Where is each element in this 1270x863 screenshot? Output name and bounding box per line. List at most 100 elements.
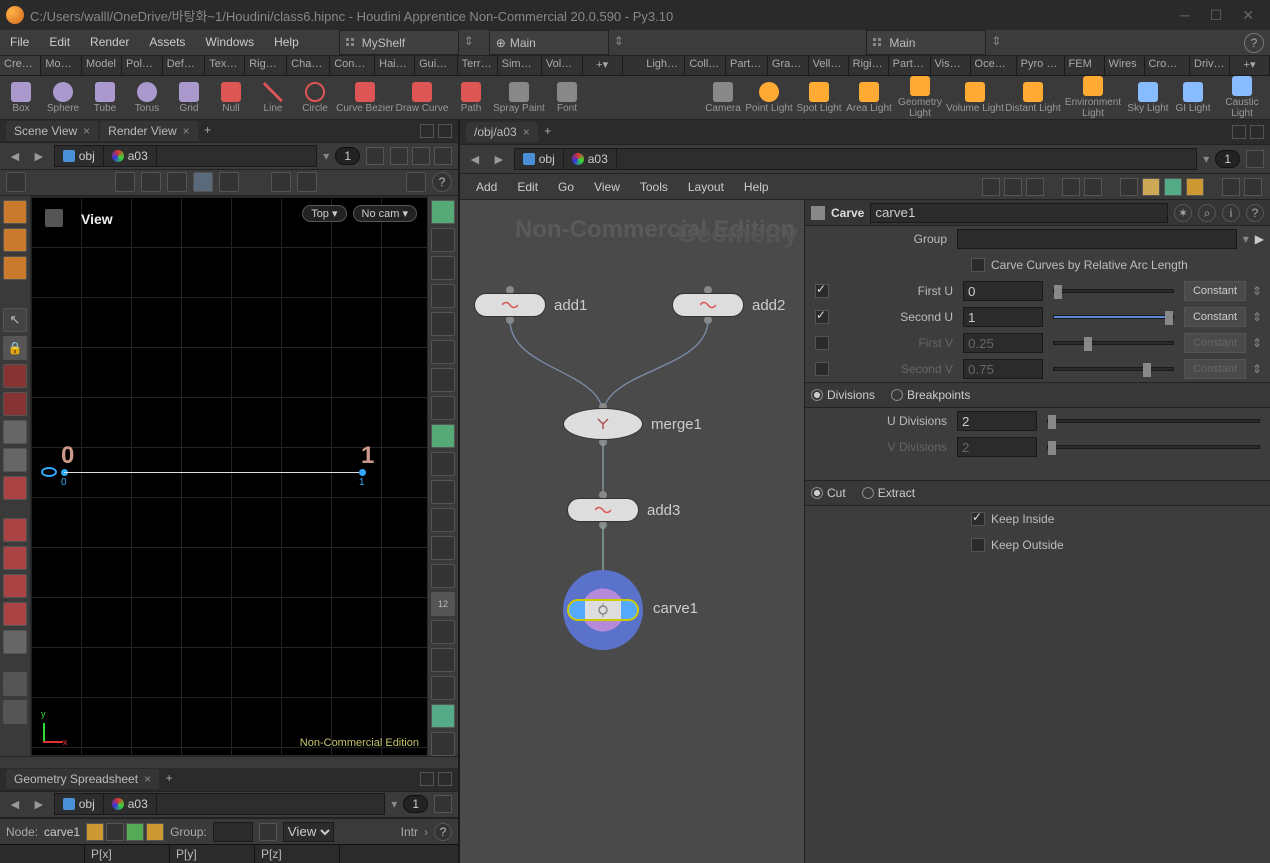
group-input[interactable] (213, 822, 253, 842)
link-icon[interactable] (434, 795, 452, 813)
frame-pill[interactable]: 1 (335, 147, 360, 165)
vp-tool-icon[interactable] (219, 172, 239, 192)
menu-help[interactable]: Help (264, 30, 309, 55)
node-merge1[interactable]: merge1 (563, 408, 702, 440)
shelf-tab[interactable]: Terr… (458, 56, 498, 75)
pane-icon[interactable] (420, 124, 434, 138)
tab-geo-spreadsheet[interactable]: Geometry Spreadsheet× (6, 769, 159, 789)
search-icon[interactable]: ⌕ (1198, 204, 1216, 222)
breadcrumb[interactable]: obj a03 (514, 148, 1198, 170)
pane-icon[interactable] (438, 124, 452, 138)
vp-tool-icon[interactable] (167, 172, 187, 192)
col-header[interactable]: P[x] (85, 845, 170, 863)
magnet-icon[interactable] (3, 518, 27, 542)
shelf-tab[interactable]: Create (0, 56, 41, 75)
close-icon[interactable]: × (183, 124, 190, 138)
add-tab-icon[interactable]: +▾ (583, 56, 623, 75)
bulb-icon[interactable] (431, 340, 455, 364)
camera-icon[interactable] (45, 209, 63, 227)
shelf-tab[interactable]: Pyro FX (1017, 56, 1065, 75)
net-tool-icon[interactable] (1120, 178, 1138, 196)
first-u-mode[interactable]: Constant (1184, 281, 1246, 301)
tool-icon[interactable] (3, 700, 27, 724)
second-u-slider[interactable] (1053, 315, 1174, 319)
first-v-enable[interactable] (815, 336, 829, 350)
shelf-tab[interactable]: FEM (1065, 56, 1105, 75)
shelf-tab[interactable]: Guid… (415, 56, 458, 75)
shelf-tab[interactable]: Rigi… (849, 56, 889, 75)
shelf-vollight[interactable]: Volume Light (946, 82, 1004, 114)
tool-icon[interactable] (3, 200, 27, 224)
view-select[interactable]: View (283, 822, 334, 842)
net-tool-icon[interactable] (1004, 178, 1022, 196)
badge-12[interactable]: 12 (431, 592, 455, 616)
link-icon[interactable] (1246, 150, 1264, 168)
box-icon[interactable] (1186, 178, 1204, 196)
lock-tool-icon[interactable]: 🔒 (3, 336, 27, 360)
display-icon[interactable] (431, 424, 455, 448)
display-icon[interactable] (431, 200, 455, 224)
vp-tool-icon[interactable] (141, 172, 161, 192)
net-menu-go[interactable]: Go (550, 176, 582, 198)
filter-icon[interactable] (259, 823, 277, 841)
rel-arc-checkbox[interactable] (971, 258, 985, 272)
menu-assets[interactable]: Assets (139, 30, 195, 55)
node-add1[interactable]: add1 (474, 293, 587, 317)
net-tool-icon[interactable] (982, 178, 1000, 196)
shelf-tab[interactable]: Wires (1105, 56, 1145, 75)
display-icon[interactable] (431, 228, 455, 252)
shelf-spray[interactable]: Spray Paint (492, 82, 546, 114)
maximize-icon[interactable]: ☐ (1210, 7, 1223, 24)
tool-icon[interactable] (390, 147, 408, 165)
tool-icon[interactable] (3, 448, 27, 472)
back-icon[interactable]: ◄ (6, 796, 24, 812)
tab-scene-view[interactable]: Scene View× (6, 121, 98, 141)
tab-divisions[interactable]: Divisions (811, 388, 875, 402)
tool-icon[interactable] (3, 256, 27, 280)
tool-icon[interactable] (3, 476, 27, 500)
magnet-icon[interactable] (3, 546, 27, 570)
col-header[interactable]: P[y] (170, 845, 255, 863)
shelf-tab[interactable]: Hair… (375, 56, 415, 75)
menu-file[interactable]: File (0, 30, 39, 55)
shelf-distlight[interactable]: Distant Light (1004, 82, 1062, 114)
shelf-skylight[interactable]: Sky Light (1124, 82, 1172, 114)
info-icon[interactable]: i (1222, 204, 1240, 222)
attr-icon[interactable] (106, 823, 124, 841)
shelf-tab[interactable]: Cons… (330, 56, 375, 75)
shelf-grid[interactable]: Grid (168, 82, 210, 114)
close-icon[interactable]: × (144, 772, 151, 786)
image-icon[interactable] (1164, 178, 1182, 196)
shelf-tab[interactable]: Crowds (1145, 56, 1190, 75)
net-tool-icon[interactable] (1026, 178, 1044, 196)
attr-icon[interactable] (126, 823, 144, 841)
vp-tool-icon[interactable] (193, 172, 213, 192)
shelf-tab[interactable]: Visc… (931, 56, 971, 75)
gear-icon[interactable] (3, 630, 27, 654)
net-menu-help[interactable]: Help (736, 176, 777, 198)
shelf-selector-2[interactable]: ⊕ Main (489, 30, 609, 55)
viewport-3d[interactable]: View Top ▾ No cam ▾ 0 0 1 1 y x Non-Comm… (30, 196, 428, 756)
attr-icon[interactable] (146, 823, 164, 841)
display-icon[interactable] (431, 284, 455, 308)
tab-network[interactable]: /obj/a03× (466, 122, 538, 142)
camera-button[interactable]: No cam ▾ (353, 205, 417, 222)
pane-icon[interactable] (1250, 125, 1264, 139)
net-menu-edit[interactable]: Edit (509, 176, 546, 198)
node-add3[interactable]: add3 (567, 498, 680, 522)
vp-tool-icon[interactable] (406, 172, 426, 192)
add-tab-icon[interactable]: +▾ (1230, 56, 1270, 75)
vp-tool-icon[interactable] (115, 172, 135, 192)
display-icon[interactable] (431, 704, 455, 728)
keep-inside-checkbox[interactable] (971, 512, 985, 526)
shelf-draw-curve[interactable]: Draw Curve (394, 82, 450, 114)
shelf-box[interactable]: Box (0, 82, 42, 114)
help-icon[interactable]: ? (434, 823, 452, 841)
u-div-slider[interactable] (1047, 419, 1260, 423)
tab-extract[interactable]: Extract (862, 486, 915, 500)
second-u-enable[interactable] (815, 310, 829, 324)
help-icon[interactable]: ? (1244, 33, 1264, 53)
first-u-enable[interactable] (815, 284, 829, 298)
forward-icon[interactable]: ► (30, 796, 48, 812)
shelf-path[interactable]: Path (450, 82, 492, 114)
